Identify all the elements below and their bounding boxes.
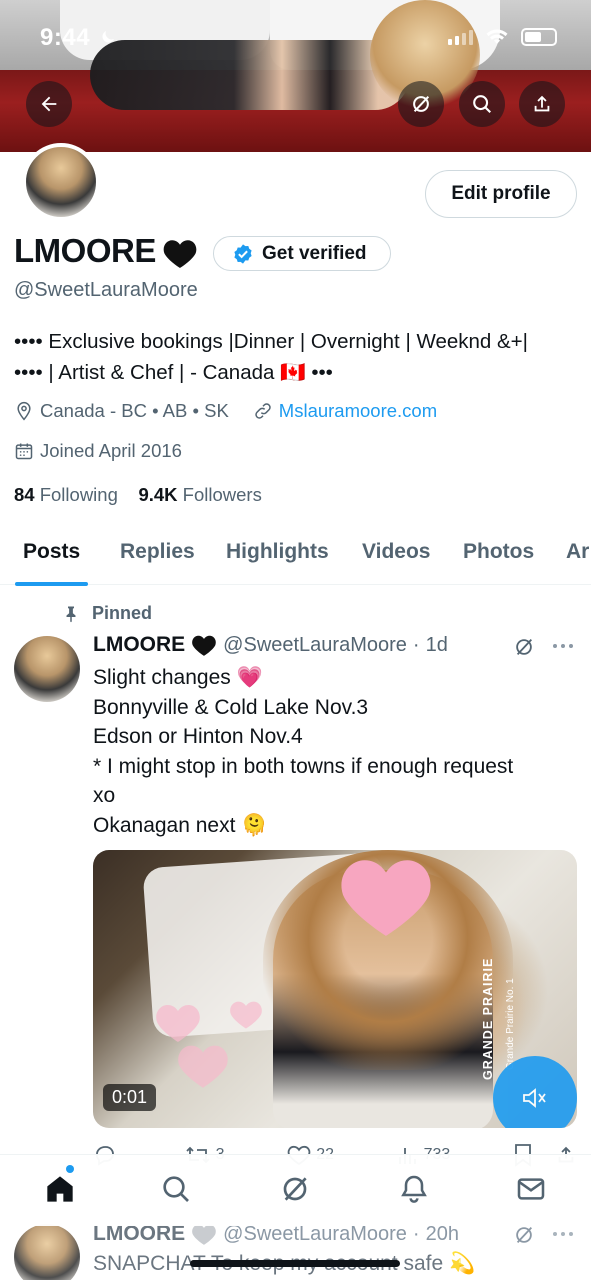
tab-posts[interactable]: Posts [14, 525, 89, 586]
search-icon [473, 95, 491, 113]
profile-joined: Joined April 2016 [40, 440, 182, 461]
post-line: Slight changes 💗 [93, 666, 263, 689]
edit-profile-button[interactable]: Edit profile [425, 170, 577, 218]
wifi-icon [486, 29, 508, 44]
bell-icon[interactable] [398, 1173, 430, 1205]
follow-stats: 84 Following 9.4K Followers [14, 484, 262, 506]
followers-label: Followers [182, 484, 262, 505]
pinned-label: Pinned [92, 603, 153, 623]
grok-icon [413, 95, 430, 113]
signal-icon [448, 29, 473, 45]
post-time[interactable]: 1d [426, 634, 448, 657]
media-overlay-subtitle: Grande Prairie No. 1 [505, 978, 516, 1070]
following-label: Following [39, 484, 118, 505]
profile-avatar[interactable] [22, 143, 100, 221]
link-icon [255, 403, 271, 419]
post-sep: · [412, 633, 420, 656]
tab-photos[interactable]: Photos [463, 525, 534, 585]
get-verified-label: Get verified [262, 242, 367, 264]
grok-icon[interactable] [513, 1224, 535, 1246]
mail-icon[interactable] [514, 1173, 548, 1205]
black-heart-icon [192, 635, 216, 656]
black-heart-icon [163, 240, 197, 268]
profile-bio: •••• Exclusive bookings |Dinner | Overni… [14, 326, 584, 388]
search-button[interactable] [459, 81, 505, 127]
status-time-text: 9:44 [40, 24, 91, 51]
arrow-left-icon [41, 96, 57, 112]
home-icon[interactable] [44, 1173, 76, 1205]
status-icons [448, 28, 557, 46]
home-indicator[interactable] [190, 1260, 400, 1267]
moon-icon [102, 31, 115, 43]
bio-line: •••• Exclusive bookings |Dinner | Overni… [14, 330, 528, 353]
more-icon[interactable] [551, 636, 575, 656]
profile-joined-row: Joined April 2016 [14, 440, 182, 462]
tab-videos[interactable]: Videos [362, 525, 430, 585]
speaker-muted-icon [523, 1088, 546, 1108]
bottom-nav [0, 1154, 591, 1226]
post-line: Edson or Hinton Nov.4 [93, 725, 303, 748]
post-avatar[interactable] [14, 636, 80, 702]
back-button[interactable] [26, 81, 72, 127]
mute-button[interactable] [493, 1056, 577, 1128]
grok-button[interactable] [398, 81, 444, 127]
profile-name: LMOORE [14, 232, 156, 269]
location-pin-icon [17, 401, 31, 421]
video-duration: 0:01 [103, 1084, 157, 1111]
post-line: Bonnyville & Cold Lake Nov.3 [93, 695, 369, 719]
media-overlay-title: GRANDE PRAIRIE [481, 957, 495, 1080]
pink-heart-sticker-icon [178, 1045, 228, 1088]
share-icon [534, 95, 550, 112]
status-time: 9:44 [40, 24, 117, 52]
bio-line: •••• | Artist & Chef | - Canada 🇨🇦 ••• [14, 361, 333, 384]
pinned-indicator: Pinned [62, 603, 152, 624]
post-header: LMOORE @SweetLauraMoore · 1d [93, 633, 448, 657]
followers-link[interactable]: 9.4K Followers [138, 484, 261, 505]
search-icon[interactable] [160, 1173, 192, 1205]
battery-icon [521, 28, 557, 46]
profile-website-link[interactable]: Mslauramoore.com [279, 400, 437, 422]
tab-highlights[interactable]: Highlights [226, 525, 329, 585]
profile-tabs: Posts Replies Highlights Videos Photos A… [0, 525, 591, 586]
post-author-name[interactable]: LMOORE [93, 633, 185, 657]
following-count: 84 [14, 484, 35, 505]
pink-heart-sticker-icon [230, 1001, 262, 1029]
following-link[interactable]: 84 Following [14, 484, 118, 505]
profile-handle: @SweetLauraMoore [14, 279, 198, 301]
verified-badge-icon [234, 243, 252, 264]
profile-meta-row: Canada - BC • AB • SK Mslauramoore.com [14, 400, 437, 422]
pink-heart-sticker-icon [341, 860, 431, 936]
post-line: Okanagan next 🫠 [93, 813, 268, 837]
profile-location: Canada - BC • AB • SK [40, 400, 229, 421]
post-text: Slight changes 💗 Bonnyville & Cold Lake … [93, 663, 573, 840]
status-bar: 9:44 [0, 0, 591, 72]
get-verified-button[interactable]: Get verified [213, 236, 391, 271]
pink-heart-sticker-icon [156, 1005, 200, 1042]
post-line: xo [93, 784, 116, 807]
post-video[interactable]: GRANDE PRAIRIE Grande Prairie No. 1 0:01 [93, 850, 577, 1128]
pin-icon [66, 606, 76, 622]
tab-articles[interactable]: Ar [566, 525, 589, 585]
more-icon[interactable] [551, 1224, 575, 1244]
calendar-icon [15, 443, 33, 460]
share-button[interactable] [519, 81, 565, 127]
grok-icon[interactable] [513, 636, 535, 658]
post-line: * I might stop in both towns if enough r… [93, 754, 514, 778]
home-notification-dot [66, 1165, 74, 1173]
post-avatar[interactable] [14, 1224, 80, 1280]
followers-count: 9.4K [138, 484, 178, 505]
post-author-handle[interactable]: @SweetLauraMoore [223, 634, 407, 657]
grok-icon[interactable] [279, 1173, 311, 1205]
tab-replies[interactable]: Replies [120, 525, 195, 585]
